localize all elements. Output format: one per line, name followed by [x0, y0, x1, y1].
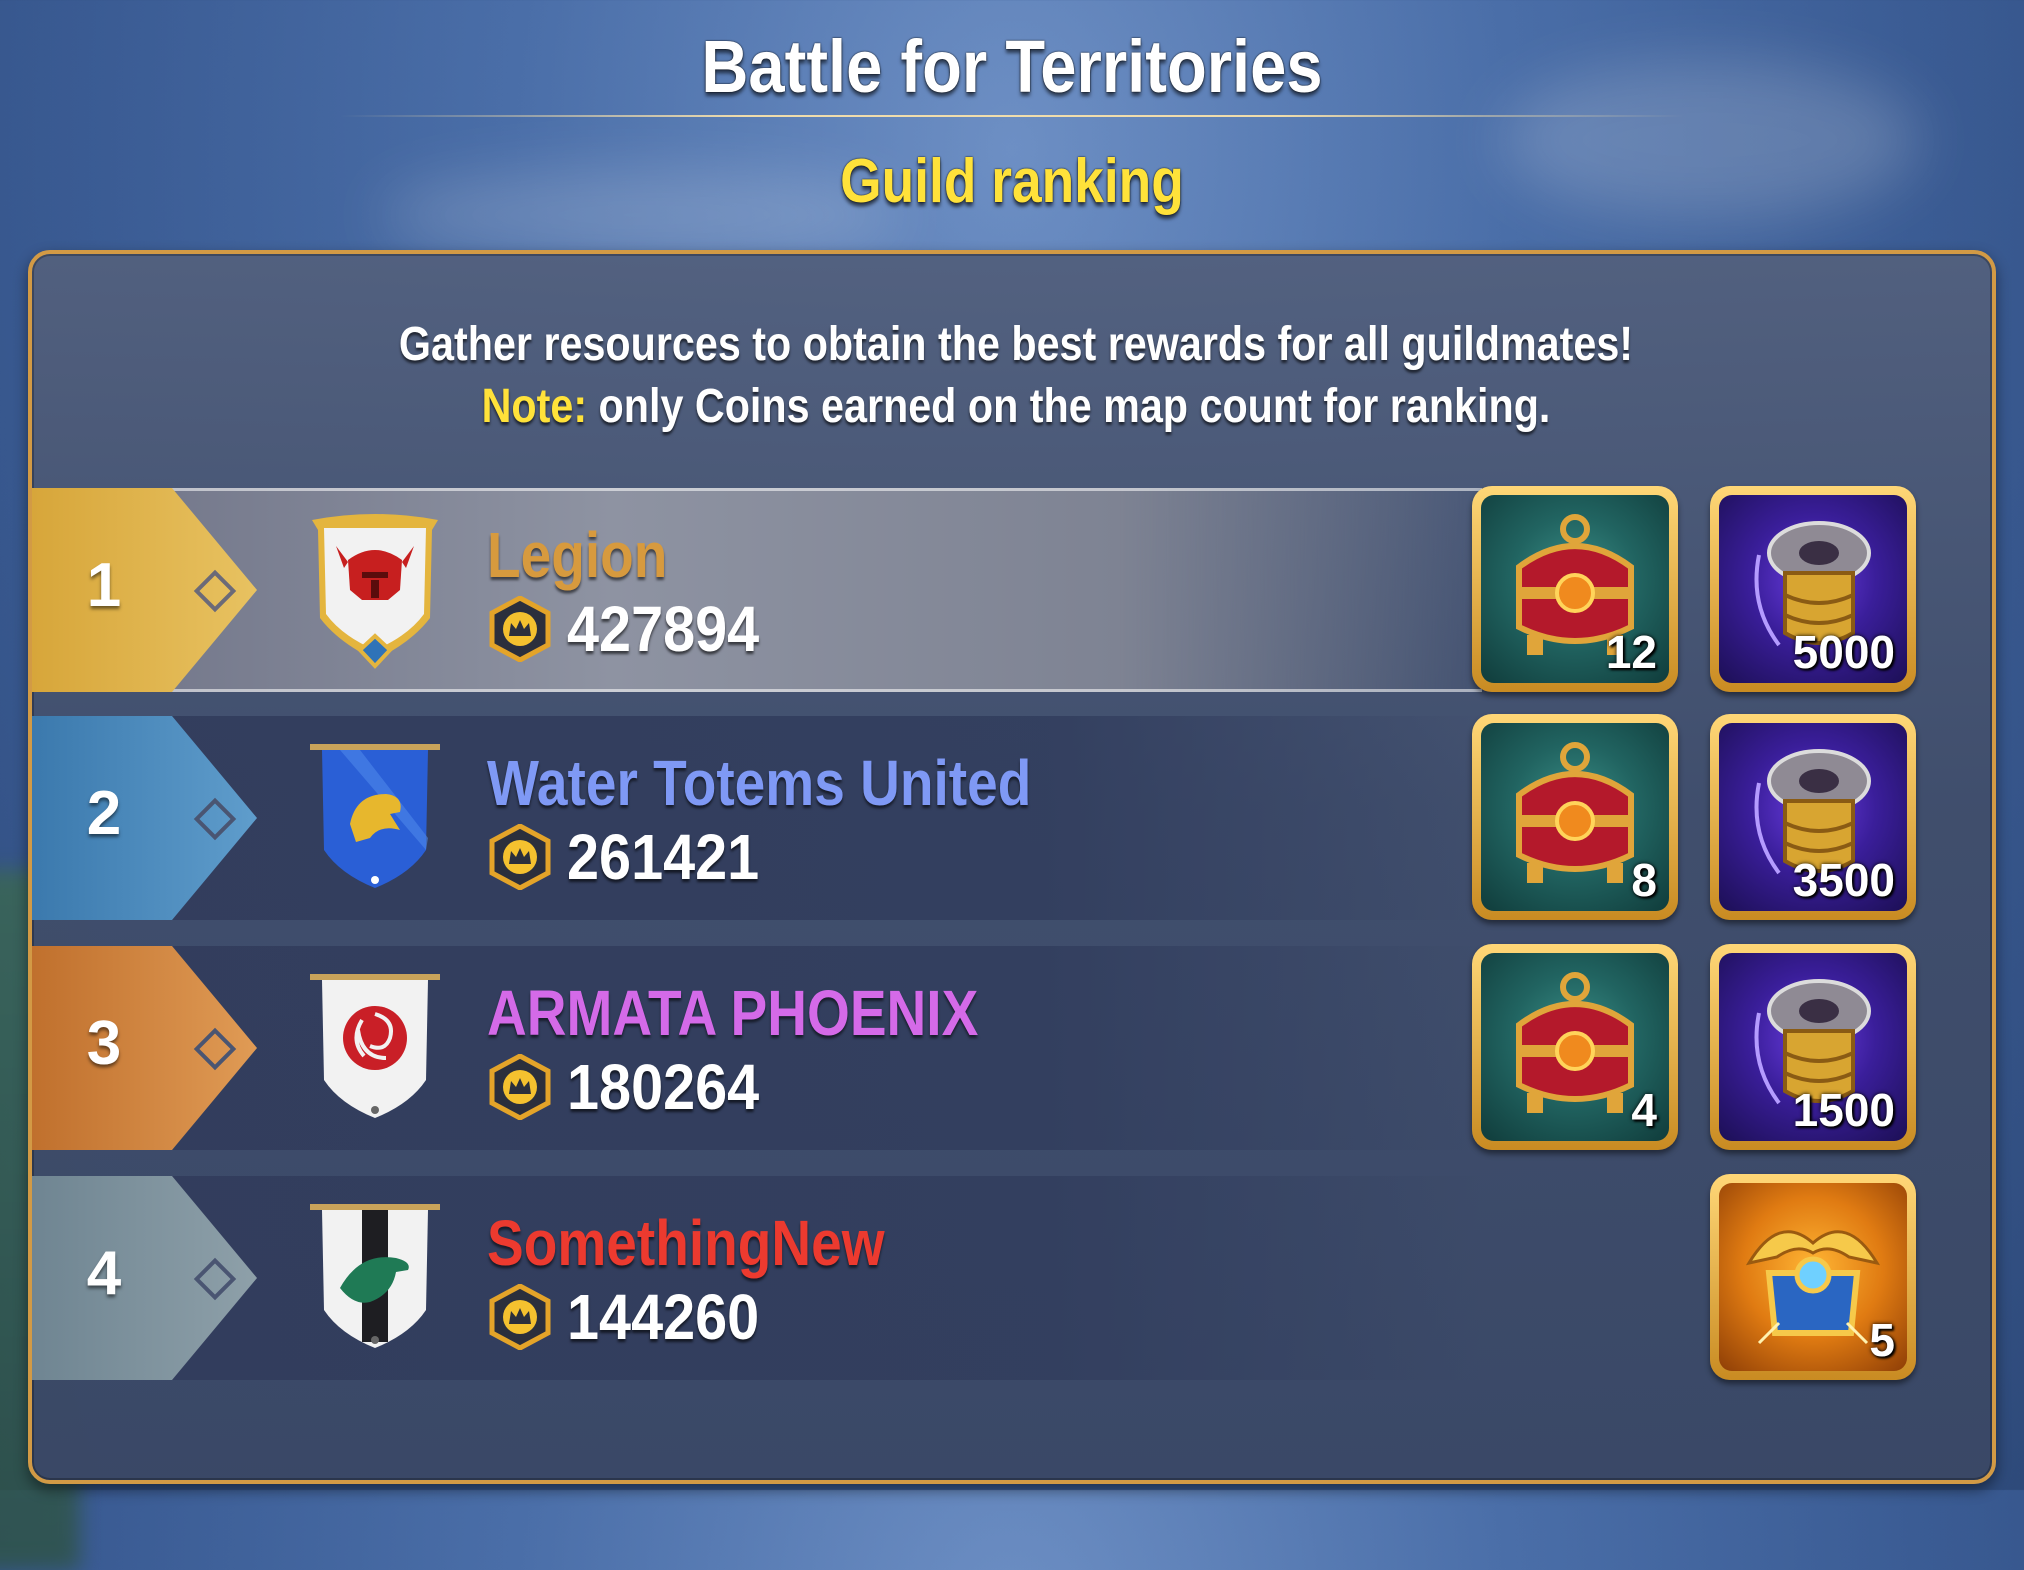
reward-quantity: 5 [1869, 1314, 1895, 1366]
reward-red-chest[interactable]: 8 [1472, 714, 1678, 920]
diamond-icon [193, 1027, 237, 1071]
description-note: Note: only Coins earned on the map count… [170, 376, 1862, 438]
reward-titan-spark[interactable]: 5000 [1710, 486, 1916, 692]
guild-score: 180264 [567, 1051, 760, 1123]
reward-frame: 5000 [1719, 495, 1907, 683]
reward-quantity: 8 [1631, 854, 1657, 906]
title-divider [340, 115, 1684, 117]
reward-titan-spark[interactable]: 1500 [1710, 944, 1916, 1150]
red-swirl-banner-icon [310, 974, 440, 1118]
ranking-panel: Gather resources to obtain the best rewa… [28, 250, 1996, 1484]
rank-number: 3 [86, 1009, 122, 1078]
guild-coin-icon [489, 824, 551, 890]
reward-red-chest[interactable]: 4 [1472, 944, 1678, 1150]
diamond-icon [193, 569, 237, 613]
reward-frame: 8 [1481, 723, 1669, 911]
reward-quantity: 12 [1605, 626, 1657, 678]
green-bird-banner-icon [310, 1204, 440, 1348]
reward-quantity: 4 [1631, 1084, 1657, 1136]
reward-titan-spark[interactable]: 3500 [1710, 714, 1916, 920]
guild-row[interactable]: 3 ARMATA PHOENIX 180264 [32, 946, 1482, 1150]
reward-frame: 5 [1719, 1183, 1907, 1371]
guild-coin-icon [489, 1284, 551, 1350]
guild-name: SomethingNew [487, 1207, 885, 1279]
page-title: Battle for Territories [701, 25, 1323, 108]
reward-quantity: 5000 [1792, 626, 1895, 678]
red-helmet-banner-icon [312, 514, 438, 669]
ranking-description: Gather resources to obtain the best rewa… [32, 314, 1992, 438]
reward-red-chest[interactable]: 12 [1472, 486, 1678, 692]
guild-row[interactable]: 4 SomethingNew 144260 [32, 1176, 1482, 1380]
guild-name: Water Totems United [487, 747, 1032, 819]
reward-quantity: 3500 [1792, 854, 1895, 906]
guild-name: Legion [487, 519, 668, 591]
note-label: Note: [481, 380, 588, 433]
guild-score: 144260 [567, 1281, 760, 1353]
reward-frame: 1500 [1719, 953, 1907, 1141]
rank-number: 4 [86, 1239, 122, 1308]
guild-score: 427894 [567, 593, 760, 665]
rank-number: 2 [86, 779, 122, 848]
reward-frame: 4 [1481, 953, 1669, 1141]
note-text: only Coins earned on the map count for r… [587, 380, 1551, 433]
guild-coin-icon [489, 596, 551, 662]
diamond-icon [193, 797, 237, 841]
page-subtitle: Guild ranking [840, 147, 1184, 216]
rank-number: 1 [86, 551, 122, 620]
diamond-icon [193, 1257, 237, 1301]
reward-winged-chest[interactable]: 5 [1710, 1174, 1916, 1380]
reward-frame: 3500 [1719, 723, 1907, 911]
guild-name: ARMATA PHOENIX [487, 977, 979, 1049]
guild-coin-icon [489, 1054, 551, 1120]
description-line: Gather resources to obtain the best rewa… [398, 318, 1634, 371]
guild-row[interactable]: 1 Legion 427894 [32, 488, 1482, 692]
blue-wolf-banner-icon [310, 744, 440, 888]
reward-quantity: 1500 [1792, 1084, 1895, 1136]
guild-score: 261421 [567, 821, 760, 893]
reward-frame: 12 [1481, 495, 1669, 683]
guild-row[interactable]: 2 Water Totems United 261421 [32, 716, 1482, 920]
